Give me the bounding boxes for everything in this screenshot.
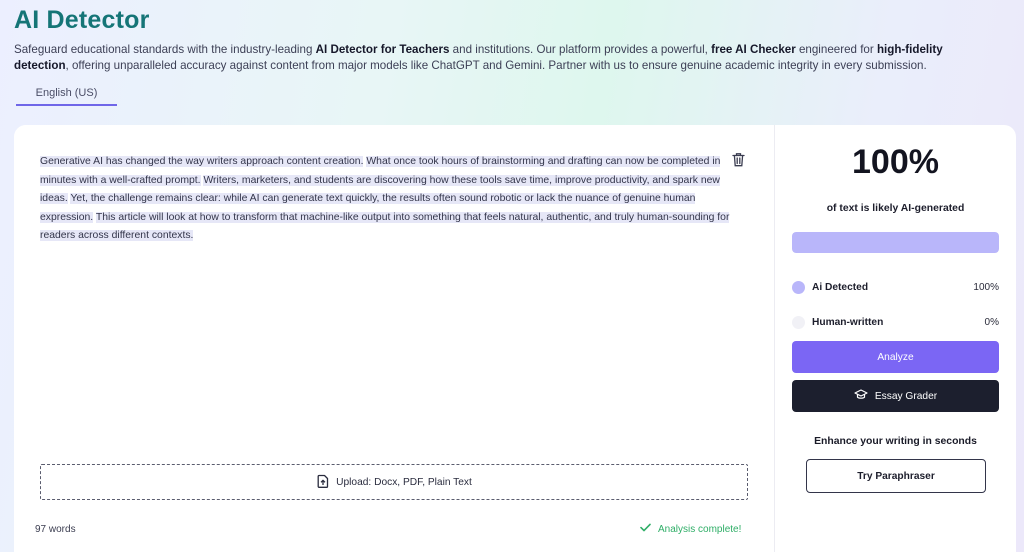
graduation-cap-icon [854,389,868,403]
essay-grader-label: Essay Grader [874,390,938,402]
word-count: 97 words [35,524,76,535]
description-part: , offering unparalleled accuracy against… [65,59,927,72]
try-paraphraser-button[interactable]: Try Paraphraser [806,459,986,493]
editor-sentence: Generative AI has changed the way writer… [40,156,364,167]
ai-dot-icon [792,280,805,294]
result-panel: 100% of text is likely AI-generated Ai D… [775,125,1016,552]
text-editor[interactable]: Generative AI has changed the way writer… [14,125,774,552]
ai-detected-value: 100% [973,281,999,293]
human-written-value: 0% [984,316,999,328]
tab-english-us[interactable]: English (US) [16,85,117,106]
upload-button[interactable]: Upload: Docx, PDF, Plain Text [40,464,748,500]
page-description: Safeguard educational standards with the… [14,42,994,74]
human-written-label: Human-written [812,316,884,328]
detector-card: Generative AI has changed the way writer… [14,125,1016,552]
check-icon [640,523,651,535]
status-text: Analysis complete! [658,523,742,535]
description-part: Safeguard educational standards with the… [14,43,316,56]
ai-score: 100% [852,143,939,181]
ai-progress-bar [792,232,999,253]
page-title: AI Detector [14,6,150,34]
ai-score-label: of text is likely AI-generated [826,203,965,214]
analyze-label: Analyze [877,351,914,363]
upload-file-icon [316,474,330,491]
legend-ai-detected: Ai Detected 100% [792,279,999,295]
editor-sentence: This article will look at how to transfo… [40,211,730,242]
trash-icon[interactable] [730,151,746,167]
ai-progress-fill [792,232,999,253]
try-paraphraser-label: Try Paraphraser [857,470,935,482]
human-dot-icon [792,315,805,329]
upload-label: Upload: Docx, PDF, Plain Text [336,476,472,488]
editor-content[interactable]: Generative AI has changed the way writer… [40,153,750,246]
description-part: free AI Checker [711,43,796,56]
analysis-status: Analysis complete! [640,523,741,535]
description-part: engineered for [795,43,877,56]
analyze-button[interactable]: Analyze [792,341,999,373]
enhance-heading: Enhance your writing in seconds [814,436,977,447]
description-part: AI Detector for Teachers [315,43,450,56]
essay-grader-button[interactable]: Essay Grader [792,380,999,412]
description-part: and institutions. Our platform provides … [449,43,712,56]
legend-human-written: Human-written 0% [792,314,999,330]
ai-detected-label: Ai Detected [812,281,869,293]
